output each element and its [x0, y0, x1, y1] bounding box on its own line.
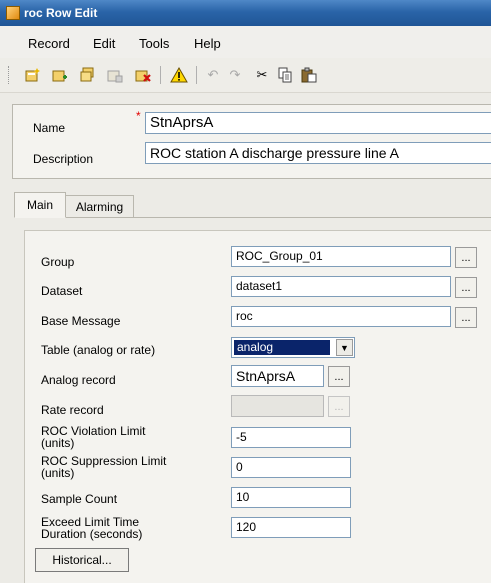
record-header-panel: Name * StnAprsA Description ROC station …: [12, 104, 491, 179]
analog-record-label: Analog record: [41, 373, 116, 387]
exceed-limit-field[interactable]: 120: [231, 517, 351, 538]
name-label: Name: [33, 121, 66, 135]
group-field[interactable]: ROC_Group_01: [231, 246, 451, 267]
sample-count-field[interactable]: 10: [231, 487, 351, 508]
toolbar: ↶ ↷ ✂: [0, 58, 491, 93]
table-label: Table (analog or rate): [41, 343, 156, 357]
base-message-browse-button[interactable]: ...: [455, 307, 477, 328]
exceed-limit-units: Duration (seconds): [41, 527, 143, 541]
copy-record-icon[interactable]: [79, 66, 97, 84]
name-field[interactable]: StnAprsA: [145, 112, 491, 134]
rate-record-label: Rate record: [41, 403, 104, 417]
window-title: roc Row Edit: [24, 6, 98, 20]
rate-record-field[interactable]: [231, 395, 324, 417]
new-record-icon[interactable]: [24, 66, 42, 84]
base-message-field[interactable]: roc: [231, 306, 451, 327]
redo-icon[interactable]: ↷: [226, 66, 244, 84]
cut-icon[interactable]: ✂: [253, 66, 271, 84]
copy-icon[interactable]: [276, 66, 294, 84]
paste-icon[interactable]: [300, 66, 318, 84]
dataset-field[interactable]: dataset1: [231, 276, 451, 297]
menu-edit[interactable]: Edit: [93, 36, 115, 51]
menu-bar: Record Edit Tools Help: [0, 26, 491, 58]
delete-record-icon[interactable]: [134, 66, 152, 84]
tab-alarming[interactable]: Alarming: [66, 195, 134, 218]
table-select[interactable]: analog ▼: [231, 337, 355, 358]
base-message-label: Base Message: [41, 314, 121, 328]
warning-icon[interactable]: [170, 66, 188, 84]
description-label: Description: [33, 152, 94, 166]
toolbar-separator: [160, 66, 161, 84]
required-marker: *: [136, 109, 141, 123]
title-bar: roc Row Edit: [0, 0, 491, 26]
rate-record-browse-button[interactable]: ...: [328, 396, 350, 417]
menu-help[interactable]: Help: [194, 36, 221, 51]
dataset-browse-button[interactable]: ...: [455, 277, 477, 298]
menu-tools[interactable]: Tools: [139, 36, 169, 51]
table-selected-value: analog: [234, 340, 330, 355]
roc-violation-units: (units): [41, 436, 75, 450]
sample-count-label: Sample Count: [41, 492, 118, 506]
group-browse-button[interactable]: ...: [455, 247, 477, 268]
menu-record[interactable]: Record: [28, 36, 70, 51]
add-record-icon[interactable]: [51, 66, 69, 84]
dropdown-arrow-icon[interactable]: ▼: [336, 339, 353, 356]
analog-record-browse-button[interactable]: ...: [328, 366, 350, 387]
roc-violation-field[interactable]: -5: [231, 427, 351, 448]
description-field[interactable]: ROC station A discharge pressure line A: [145, 142, 491, 164]
historical-button[interactable]: Historical...: [35, 548, 129, 572]
paste-record-icon[interactable]: [106, 66, 124, 84]
group-label: Group: [41, 255, 75, 269]
undo-icon[interactable]: ↶: [204, 66, 222, 84]
app-icon: [6, 6, 20, 20]
roc-suppression-units: (units): [41, 466, 75, 480]
roc-suppression-field[interactable]: 0: [231, 457, 351, 478]
analog-record-field[interactable]: StnAprsA: [231, 365, 324, 387]
tab-main[interactable]: Main: [14, 192, 66, 218]
toolbar-separator: [196, 66, 197, 84]
dataset-label: Dataset: [41, 284, 83, 298]
main-tab-panel: Group ROC_Group_01 ... Dataset dataset1 …: [24, 230, 491, 583]
toolbar-grip[interactable]: [8, 66, 12, 84]
